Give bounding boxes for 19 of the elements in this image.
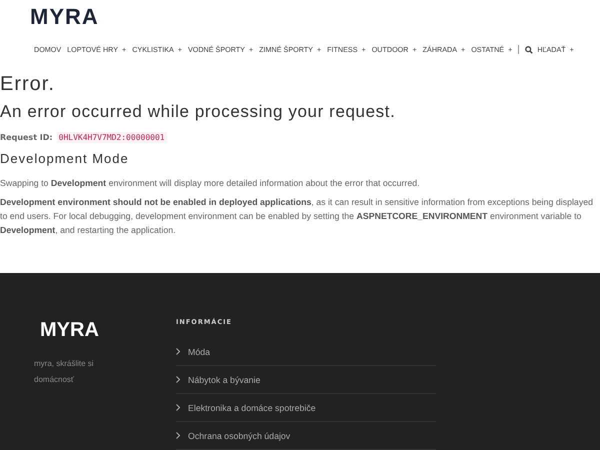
chevron-icon — [176, 404, 180, 411]
search-icon[interactable] — [525, 46, 534, 54]
section-heading: Development Mode — [0, 150, 130, 166]
footer-link[interactable]: Móda — [188, 346, 210, 356]
request-id: 0HLVK4H7V7MD2:00000001 — [56, 132, 167, 143]
footer-link[interactable]: Nábytok a bývanie — [188, 374, 260, 384]
footer-link[interactable]: Ochrana osobných údajov — [188, 430, 290, 440]
chevron-icon — [176, 432, 180, 439]
logo[interactable]: MYRA — [30, 4, 99, 30]
footer-logo[interactable]: MYRA — [40, 319, 99, 342]
paragraph: Swapping to Development environment will display more detailed information about the error that occurred. — [0, 176, 421, 190]
error-title: Error. — [0, 72, 56, 96]
tagline: myra, skrášlite si domácnosť — [34, 358, 95, 386]
chevron-icon — [176, 348, 180, 355]
footer-link[interactable]: Elektronika a domáce spotrebiče — [188, 402, 316, 412]
request-label: Request ID: — [0, 132, 53, 142]
paragraph: Development environment should not be enabled in deployed applications, as it can result in sensitive information from exceptions being displayed to end users. For local debugging, development environment can be enabled by setting the ASPNETCORE_ENVIRONMENT environment variable to Development, and restarting the application. — [0, 196, 594, 237]
chevron-icon — [176, 376, 180, 383]
error-subtitle: An error occurred while processing your request. — [0, 102, 396, 122]
